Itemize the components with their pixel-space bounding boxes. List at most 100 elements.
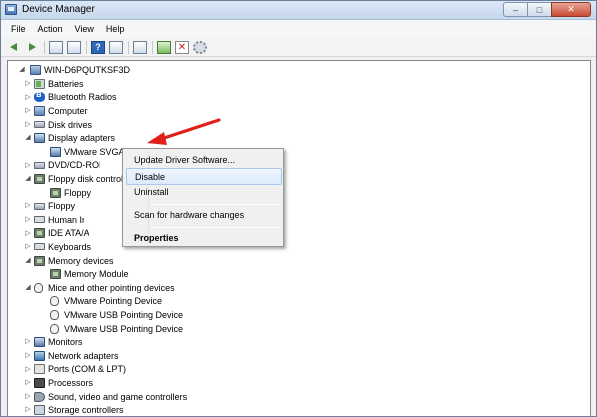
tree-item[interactable]: VMware USB Pointing Device [50, 308, 183, 322]
battery-icon [34, 78, 45, 89]
tree-item-label: Human Interface Devices [48, 214, 84, 225]
properties-icon[interactable] [67, 40, 81, 54]
collapse-icon[interactable]: ◢ [18, 66, 26, 74]
expand-icon[interactable]: ▷ [24, 230, 32, 238]
back-icon[interactable] [7, 41, 21, 54]
disable-icon[interactable] [193, 40, 207, 54]
tree-item-label: DVD/CD-ROM drives [48, 160, 100, 171]
processor-icon [34, 377, 45, 388]
menu-help[interactable]: Help [100, 24, 131, 34]
tree-item-label: Batteries [48, 78, 84, 89]
expand-icon[interactable]: ▷ [24, 379, 32, 387]
tree-item[interactable]: ▷ Floppy drive controllers [25, 199, 78, 213]
toolbar-separator [128, 40, 129, 54]
tree-item[interactable]: ◢ Display adapters [25, 131, 116, 145]
minimize-button[interactable]: – [503, 2, 528, 17]
update-driver-icon[interactable] [157, 40, 171, 54]
expand-icon[interactable]: ▷ [24, 243, 32, 251]
tree-item[interactable]: ▷ Computer [25, 104, 88, 118]
tree-item[interactable]: ▷ Ports (COM & LPT) [25, 363, 126, 377]
expand-icon[interactable]: ▷ [24, 366, 32, 374]
tree-item-label: VMware USB Pointing Device [64, 309, 184, 320]
collapse-icon[interactable]: ◢ [24, 175, 32, 183]
tree-item[interactable]: ◢ Mice and other pointing devices [25, 281, 175, 295]
tree-item-label: Memory Module [64, 269, 129, 280]
menu-file[interactable]: File [5, 24, 32, 34]
expand-icon[interactable]: ▷ [24, 80, 32, 88]
context-scan-hardware[interactable]: Scan for hardware changes [126, 207, 282, 224]
tree-item-label: Computer [48, 105, 88, 116]
tree-item[interactable]: Floppy disk controller [50, 186, 91, 200]
expand-icon[interactable]: ▷ [24, 202, 32, 210]
tree-item[interactable]: ▷ Processors [25, 376, 93, 390]
forward-icon[interactable] [25, 41, 39, 54]
tree-item[interactable]: ◢ Memory devices [25, 254, 114, 268]
toolbar-separator [44, 40, 45, 54]
close-button[interactable]: ✕ [551, 2, 591, 17]
context-properties[interactable]: Properties [126, 230, 282, 247]
help-icon[interactable]: ? [91, 40, 105, 54]
tree-item[interactable]: VMware USB Pointing Device [50, 322, 183, 336]
mouse-icon [34, 282, 43, 293]
tree-item[interactable]: Memory Module [50, 267, 129, 281]
tree-item[interactable]: ▷ DVD/CD-ROM drives [25, 159, 100, 173]
expand-icon[interactable]: ▷ [24, 406, 32, 414]
memory-icon [50, 269, 61, 280]
collapse-icon[interactable]: ◢ [24, 284, 32, 292]
network-adapter-icon [34, 350, 45, 361]
tree-item[interactable]: ▷ Human Interface Devices [25, 213, 84, 227]
expand-icon[interactable]: ▷ [24, 94, 32, 102]
window-controls: – □ ✕ [503, 2, 591, 17]
expand-icon[interactable]: ▷ [24, 162, 32, 170]
tree-item-label: VMware USB Pointing Device [64, 323, 184, 334]
menu-view[interactable]: View [69, 24, 100, 34]
tree-item[interactable]: ▷ Disk drives [25, 118, 93, 132]
tree-item[interactable]: ▷ Bluetooth Radios [25, 89, 117, 105]
mouse-icon [50, 296, 59, 307]
context-disable[interactable]: Disable [126, 168, 282, 185]
tree-item-label: Display adapters [48, 133, 116, 144]
floppy-controller-icon [50, 187, 61, 198]
tree-item-label: Network adapters [48, 350, 119, 361]
uninstall-icon[interactable]: ✕ [175, 40, 189, 54]
computer-icon [34, 105, 45, 116]
context-update-driver[interactable]: Update Driver Software... [126, 152, 282, 169]
title-bar: Device Manager – □ ✕ [1, 1, 596, 20]
tree-root[interactable]: ◢ WIN-D6PQUTKSF3D [18, 63, 130, 77]
tree-item[interactable]: ▷ Keyboards [25, 240, 91, 254]
tree-item-label: IDE ATA/ATAPI controllers [48, 228, 89, 239]
tree-item[interactable]: ▷ Storage controllers [25, 403, 124, 416]
expand-icon[interactable]: ▷ [24, 352, 32, 360]
menu-action[interactable]: Action [32, 24, 69, 34]
context-uninstall[interactable]: Uninstall [126, 184, 282, 201]
device-tree[interactable]: ◢ WIN-D6PQUTKSF3D ▷ Batteries ▷ Bluetooth R… [7, 60, 591, 416]
toolbar-separator [152, 40, 153, 54]
tree-item-label: VMware SVGA 3D [64, 146, 128, 157]
bluetooth-icon [34, 89, 45, 103]
context-separator [151, 227, 279, 228]
device-manager-window: Device Manager – □ ✕ File Action View He… [0, 0, 597, 417]
show-hidden-icon[interactable] [109, 40, 123, 54]
collapse-icon[interactable]: ◢ [24, 134, 32, 142]
display-adapter-icon [50, 146, 61, 157]
tree-item[interactable]: ▷ Monitors [25, 335, 83, 349]
expand-icon[interactable]: ▷ [24, 393, 32, 401]
tree-item[interactable]: ▷ Sound, video and game controllers [25, 390, 187, 404]
expand-icon[interactable]: ▷ [24, 338, 32, 346]
tree-item[interactable]: VMware SVGA 3D [50, 145, 128, 159]
show-hide-console-tree-icon[interactable] [49, 40, 63, 54]
collapse-icon[interactable]: ◢ [24, 257, 32, 265]
tree-item-label: Mice and other pointing devices [48, 282, 175, 293]
tree-item[interactable]: ▷ Network adapters [25, 349, 119, 363]
expand-icon[interactable]: ▷ [24, 216, 32, 224]
tree-item[interactable]: VMware Pointing Device [50, 295, 162, 309]
tree-item-label: Disk drives [48, 119, 93, 130]
memory-icon [34, 255, 45, 266]
maximize-button[interactable]: □ [527, 2, 552, 17]
tree-item[interactable]: ▷ IDE ATA/ATAPI controllers [25, 227, 89, 241]
scan-hardware-icon[interactable] [133, 40, 147, 54]
tree-item-label: Monitors [48, 337, 83, 348]
expand-icon[interactable]: ▷ [24, 121, 32, 129]
tree-item-label: VMware Pointing Device [64, 296, 163, 307]
expand-icon[interactable]: ▷ [24, 107, 32, 115]
